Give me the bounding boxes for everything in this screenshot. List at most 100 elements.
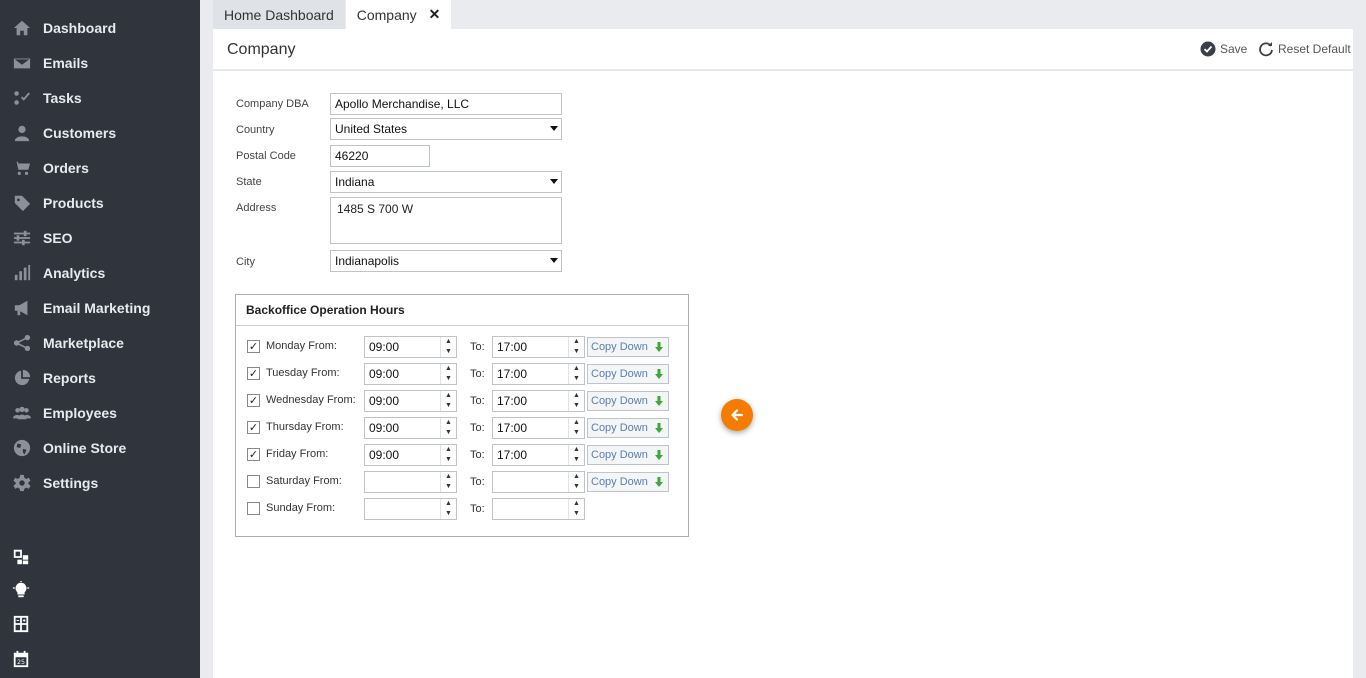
tag-icon — [12, 193, 32, 213]
layout-icon[interactable] — [11, 547, 31, 567]
city-select[interactable]: Indianapolis — [330, 250, 562, 272]
to-time-input[interactable]: 17:00 ▲ ▼ — [492, 336, 585, 358]
sidebar-item-products[interactable]: Products — [0, 185, 200, 220]
calendar-day: 25 — [17, 659, 25, 666]
spinner-arrows-icon[interactable]: ▲ ▼ — [440, 337, 456, 357]
sidebar-item-reports[interactable]: Reports — [0, 360, 200, 395]
country-select[interactable]: United States — [330, 118, 562, 140]
panel-header: Company Save Reset Default — [213, 29, 1353, 71]
copy-down-button[interactable]: Copy Down — [587, 418, 669, 438]
to-time-input[interactable]: 17:00 ▲ ▼ — [492, 390, 585, 412]
operation-hours-title: Backoffice Operation Hours — [236, 295, 688, 326]
reset-default-button[interactable]: Reset Default — [1258, 41, 1351, 57]
to-time-input[interactable]: ▲ ▼ — [492, 498, 585, 520]
day-checkbox[interactable] — [247, 502, 260, 515]
back-arrow-button[interactable] — [721, 399, 753, 431]
sidebar-item-seo[interactable]: SEO — [0, 220, 200, 255]
sidebar-item-orders[interactable]: Orders — [0, 150, 200, 185]
day-checkbox[interactable]: ✓ — [247, 367, 260, 380]
pie-chart-icon — [12, 368, 32, 388]
day-label: Sunday From: — [266, 502, 336, 514]
sidebar-item-emails[interactable]: Emails — [0, 45, 200, 80]
postal-code-field[interactable]: 46220 — [330, 145, 430, 167]
address-label: Address — [236, 202, 277, 214]
to-time-input[interactable]: ▲ ▼ — [492, 471, 585, 493]
state-label: State — [236, 176, 262, 188]
from-time-input[interactable]: ▲ ▼ — [364, 471, 457, 493]
arrow-down-icon — [655, 450, 663, 460]
envelope-icon — [12, 53, 32, 73]
copy-down-button[interactable]: Copy Down — [587, 364, 669, 384]
spinner-arrows-icon[interactable]: ▲ ▼ — [568, 364, 584, 384]
calendar-icon[interactable]: 25 — [11, 649, 31, 669]
spinner-arrows-icon[interactable]: ▲ ▼ — [568, 337, 584, 357]
from-time-input[interactable]: 09:00 ▲ ▼ — [364, 336, 457, 358]
postal-code-value: 46220 — [335, 149, 369, 163]
copy-down-button[interactable]: Copy Down — [587, 445, 669, 465]
arrow-down-icon — [655, 342, 663, 352]
sidebar-item-online-store[interactable]: Online Store — [0, 430, 200, 465]
spinner-arrows-icon[interactable]: ▲ ▼ — [568, 445, 584, 465]
copy-down-button[interactable]: Copy Down — [587, 391, 669, 411]
sidebar-item-analytics[interactable]: Analytics — [0, 255, 200, 290]
day-checkbox[interactable]: ✓ — [247, 448, 260, 461]
spinner-arrows-icon[interactable]: ▲ ▼ — [568, 472, 584, 492]
spinner-arrows-icon[interactable]: ▲ ▼ — [568, 391, 584, 411]
from-time-input[interactable]: 09:00 ▲ ▼ — [364, 363, 457, 385]
calculator-icon[interactable] — [11, 614, 31, 634]
from-time-input[interactable]: 09:00 ▲ ▼ — [364, 417, 457, 439]
day-checkbox[interactable]: ✓ — [247, 421, 260, 434]
to-label: To: — [470, 341, 485, 353]
copy-down-label: Copy Down — [591, 476, 648, 488]
sidebar-item-label: Employees — [43, 404, 117, 421]
company-dba-field[interactable]: Apollo Merchandise, LLC — [330, 93, 562, 115]
to-time-value: 17:00 — [497, 367, 528, 381]
lightbulb-icon[interactable] — [11, 580, 31, 600]
spinner-arrows-icon[interactable]: ▲ ▼ — [440, 364, 456, 384]
check-circle-icon — [1200, 41, 1216, 57]
to-time-input[interactable]: 17:00 ▲ ▼ — [492, 363, 585, 385]
tab-company[interactable]: Company ✕ — [345, 0, 453, 29]
spinner-arrows-icon[interactable]: ▲ ▼ — [440, 499, 456, 519]
bar-chart-icon — [12, 263, 32, 283]
to-label: To: — [470, 449, 485, 461]
sidebar-item-label: Settings — [43, 474, 99, 491]
sidebar-item-employees[interactable]: Employees — [0, 395, 200, 430]
day-checkbox[interactable]: ✓ — [247, 394, 260, 407]
copy-down-label: Copy Down — [591, 395, 648, 407]
sidebar-item-email-marketing[interactable]: Email Marketing — [0, 290, 200, 325]
to-time-input[interactable]: 17:00 ▲ ▼ — [492, 444, 585, 466]
copy-down-label: Copy Down — [591, 368, 648, 380]
from-time-input[interactable]: ▲ ▼ — [364, 498, 457, 520]
sidebar-item-marketplace[interactable]: Marketplace — [0, 325, 200, 360]
day-checkbox[interactable]: ✓ — [247, 340, 260, 353]
day-checkbox[interactable] — [247, 475, 260, 488]
save-button[interactable]: Save — [1200, 41, 1247, 57]
company-dba-value: Apollo Merchandise, LLC — [335, 97, 470, 111]
tab-home-dashboard[interactable]: Home Dashboard — [213, 0, 346, 29]
spinner-arrows-icon[interactable]: ▲ ▼ — [440, 472, 456, 492]
to-time-input[interactable]: 17:00 ▲ ▼ — [492, 417, 585, 439]
spinner-arrows-icon[interactable]: ▲ ▼ — [568, 418, 584, 438]
state-select[interactable]: Indiana — [330, 171, 562, 193]
sidebar-item-settings[interactable]: Settings — [0, 465, 200, 500]
copy-down-label: Copy Down — [591, 341, 648, 353]
tab-label: Company — [356, 6, 417, 23]
sidebar-item-customers[interactable]: Customers — [0, 115, 200, 150]
sidebar-item-dashboard[interactable]: Dashboard — [0, 10, 200, 45]
spinner-arrows-icon[interactable]: ▲ ▼ — [440, 445, 456, 465]
spinner-arrows-icon[interactable]: ▲ ▼ — [440, 418, 456, 438]
address-field[interactable]: 1485 S 700 W — [330, 197, 562, 244]
sidebar-item-label: Emails — [43, 54, 89, 71]
copy-down-button[interactable]: Copy Down — [587, 337, 669, 357]
copy-down-button[interactable]: Copy Down — [587, 472, 669, 492]
to-time-value: 17:00 — [497, 340, 528, 354]
user-icon — [12, 123, 32, 143]
from-time-input[interactable]: 09:00 ▲ ▼ — [364, 444, 457, 466]
spinner-arrows-icon[interactable]: ▲ ▼ — [568, 499, 584, 519]
sidebar-item-tasks[interactable]: Tasks — [0, 80, 200, 115]
close-icon[interactable]: ✕ — [429, 6, 441, 23]
home-icon — [12, 18, 32, 38]
spinner-arrows-icon[interactable]: ▲ ▼ — [440, 391, 456, 411]
from-time-input[interactable]: 09:00 ▲ ▼ — [364, 390, 457, 412]
